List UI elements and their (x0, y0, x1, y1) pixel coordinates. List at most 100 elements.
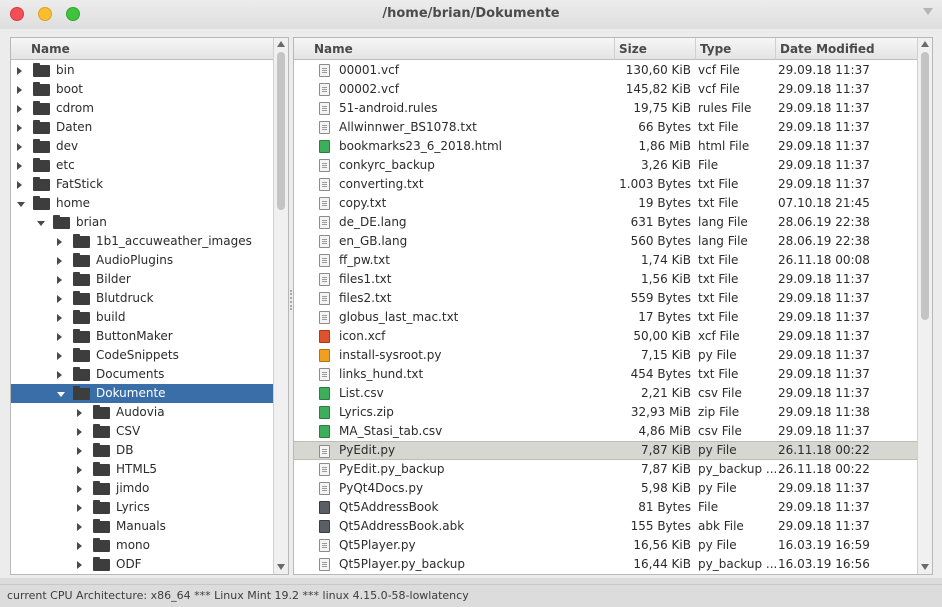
file-row[interactable]: files2.txt 559 Bytes txt File 29.09.18 11:3… (294, 289, 918, 308)
file-row[interactable]: install-sysroot.py 7,15 KiB py File 29.09.1… (294, 346, 918, 365)
tree-item[interactable]: cdrom (11, 99, 274, 118)
tree-item[interactable]: CSV (11, 422, 274, 441)
expand-arrow-right-icon[interactable] (77, 542, 82, 550)
expand-arrow-right-icon[interactable] (17, 162, 22, 170)
name-column-header[interactable]: Name (294, 38, 615, 60)
tree-item-label: boot (56, 82, 84, 96)
expand-arrow-right-icon[interactable] (17, 67, 22, 75)
tree-item[interactable]: Lyrics (11, 498, 274, 517)
file-list-scroll-thumb[interactable] (921, 52, 929, 320)
file-row[interactable]: en_GB.lang 560 Bytes lang File 28.06.19 22:… (294, 232, 918, 251)
file-name-cell: PyEdit.py (339, 443, 396, 457)
tree-item[interactable]: bin (11, 61, 274, 80)
expand-arrow-right-icon[interactable] (57, 371, 62, 379)
file-row[interactable]: Lyrics.zip 32,93 MiB zip File 29.09.18 11:3… (294, 403, 918, 422)
tree-scrollbar[interactable] (273, 38, 288, 574)
expand-arrow-right-icon[interactable] (77, 504, 82, 512)
expand-arrow-right-icon[interactable] (77, 428, 82, 436)
tree-item[interactable]: ODF (11, 555, 274, 574)
expand-arrow-right-icon[interactable] (77, 466, 82, 474)
tree-item[interactable]: mono (11, 536, 274, 555)
tree-scroll-thumb[interactable] (277, 52, 285, 210)
file-list-scrollbar[interactable] (917, 38, 932, 574)
expand-arrow-right-icon[interactable] (57, 314, 62, 322)
file-list-view[interactable]: Name Size Type Date Modified 00001.vcf 13… (293, 37, 933, 575)
expand-arrow-right-icon[interactable] (77, 485, 82, 493)
scroll-up-arrow-icon[interactable] (921, 41, 929, 47)
file-row[interactable]: files1.txt 1,56 KiB txt File 29.09.18 11:37 (294, 270, 918, 289)
file-row[interactable]: MA_Stasi_tab.csv 4,86 MiB csv File 29.09.18… (294, 422, 918, 441)
tree-item[interactable]: Blutdruck (11, 289, 274, 308)
expand-arrow-right-icon[interactable] (57, 238, 62, 246)
expand-arrow-right-icon[interactable] (57, 295, 62, 303)
type-column-header[interactable]: Type (696, 38, 776, 60)
scroll-down-arrow-icon[interactable] (277, 564, 285, 570)
file-row[interactable]: converting.txt 1.003 Bytes txt File 29.09.1… (294, 175, 918, 194)
file-row[interactable]: copy.txt 19 Bytes txt File 07.10.18 21:45 (294, 194, 918, 213)
expand-arrow-right-icon[interactable] (57, 352, 62, 360)
size-column-header[interactable]: Size (615, 38, 696, 60)
tree-item[interactable]: Dokumente (11, 384, 274, 403)
tree-item[interactable]: AudioPlugins (11, 251, 274, 270)
tree-item[interactable]: FatStick (11, 175, 274, 194)
tree-item[interactable]: Documents (11, 365, 274, 384)
tree-item[interactable]: HTML5 (11, 460, 274, 479)
tree-item[interactable]: Bilder (11, 270, 274, 289)
expand-arrow-right-icon[interactable] (17, 124, 22, 132)
tree-item[interactable]: DB (11, 441, 274, 460)
window-menu-arrow-icon[interactable] (923, 8, 933, 15)
expand-arrow-right-icon[interactable] (57, 257, 62, 265)
tree-item[interactable]: Daten (11, 118, 274, 137)
file-row[interactable]: links_hund.txt 454 Bytes txt File 29.09.18 … (294, 365, 918, 384)
file-row[interactable]: globus_last_mac.txt 17 Bytes txt File 29.09… (294, 308, 918, 327)
file-row[interactable]: Allwinnwer_BS1078.txt 66 Bytes txt File 29.… (294, 118, 918, 137)
tree-item[interactable]: jimdo (11, 479, 274, 498)
file-row[interactable]: Qt5Player.py_backup 16,44 KiB py_backup ..… (294, 555, 918, 574)
expand-arrow-right-icon[interactable] (57, 276, 62, 284)
expand-arrow-right-icon[interactable] (77, 523, 82, 531)
file-row[interactable]: PyEdit.py 7,87 KiB py File 26.11.18 00:22 (294, 441, 918, 460)
file-row[interactable]: PyEdit.py_backup 7,87 KiB py_backup ... 26.… (294, 460, 918, 479)
tree-item[interactable]: brian (11, 213, 274, 232)
expand-arrow-right-icon[interactable] (17, 143, 22, 151)
file-row[interactable]: 51-android.rules 19,75 KiB rules File 29.09… (294, 99, 918, 118)
file-row[interactable]: ff_pw.txt 1,74 KiB txt File 26.11.18 00:08 (294, 251, 918, 270)
tree-item[interactable]: ButtonMaker (11, 327, 274, 346)
tree-item[interactable]: 1b1_accuweather_images (11, 232, 274, 251)
expand-arrow-right-icon[interactable] (57, 333, 62, 341)
expand-arrow-down-icon[interactable] (37, 221, 45, 226)
date-column-header[interactable]: Date Modified (776, 38, 918, 60)
tree-item[interactable]: CodeSnippets (11, 346, 274, 365)
file-row[interactable]: icon.xcf 50,00 KiB xcf File 29.09.18 11:37 (294, 327, 918, 346)
tree-item[interactable]: etc (11, 156, 274, 175)
expand-arrow-right-icon[interactable] (77, 561, 82, 569)
file-row[interactable]: PyQt4Docs.py 5,98 KiB py File 29.09.18 11:3… (294, 479, 918, 498)
file-row[interactable]: conkyrc_backup 3,26 KiB File 29.09.18 11:37 (294, 156, 918, 175)
file-row[interactable]: 00001.vcf 130,60 KiB vcf File 29.09.18 11:3… (294, 61, 918, 80)
file-row[interactable]: de_DE.lang 631 Bytes lang File 28.06.19 22:… (294, 213, 918, 232)
scroll-up-arrow-icon[interactable] (277, 41, 285, 47)
tree-item[interactable]: home (11, 194, 274, 213)
pane-splitter-handle[interactable] (290, 290, 292, 310)
expand-arrow-right-icon[interactable] (77, 409, 82, 417)
file-row[interactable]: Qt5Player.py 16,56 KiB py File 16.03.19 16:… (294, 536, 918, 555)
tree-item[interactable]: boot (11, 80, 274, 99)
tree-item[interactable]: dev (11, 137, 274, 156)
file-row[interactable]: bookmarks23_6_2018.html 1,86 MiB html File… (294, 137, 918, 156)
file-row[interactable]: Qt5AddressBook 81 Bytes File 29.09.18 11:37 (294, 498, 918, 517)
tree-item[interactable]: Audovia (11, 403, 274, 422)
folder-tree-view[interactable]: Name bin boot cdrom Daten dev etc FatStick home… (10, 37, 289, 575)
file-row[interactable]: Qt5AddressBook.abk 155 Bytes abk File 29.09… (294, 517, 918, 536)
expand-arrow-down-icon[interactable] (17, 202, 25, 207)
expand-arrow-right-icon[interactable] (17, 86, 22, 94)
expand-arrow-down-icon[interactable] (57, 392, 65, 397)
expand-arrow-right-icon[interactable] (17, 105, 22, 113)
tree-item[interactable]: build (11, 308, 274, 327)
scroll-down-arrow-icon[interactable] (921, 564, 929, 570)
tree-item[interactable]: Manuals (11, 517, 274, 536)
expand-arrow-right-icon[interactable] (17, 181, 22, 189)
tree-name-column-header[interactable]: Name (11, 38, 274, 60)
file-row[interactable]: 00002.vcf 145,82 KiB vcf File 29.09.18 11:3… (294, 80, 918, 99)
expand-arrow-right-icon[interactable] (77, 447, 82, 455)
file-row[interactable]: List.csv 2,21 KiB csv File 29.09.18 11:37 (294, 384, 918, 403)
